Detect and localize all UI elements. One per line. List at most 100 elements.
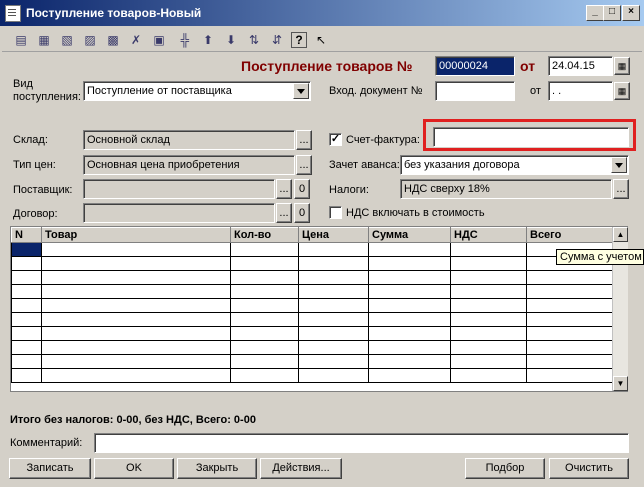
sort-asc-icon[interactable]: ⇅ <box>245 31 263 49</box>
table-cell[interactable] <box>11 256 42 271</box>
table-cell[interactable] <box>41 256 231 271</box>
whats-this-icon[interactable]: ↖ <box>312 31 330 49</box>
table-cell[interactable] <box>11 368 42 383</box>
table-row[interactable] <box>11 368 615 383</box>
actions-button[interactable]: Действия... <box>260 458 342 479</box>
table-cell[interactable] <box>526 312 615 327</box>
col-tovar[interactable]: Товар <box>41 227 231 243</box>
goods-table[interactable]: N Товар Кол-во Цена Сумма НДС Всего <box>10 226 628 392</box>
clear-button[interactable]: Очистить <box>549 458 629 479</box>
add-row-icon[interactable]: ▦ <box>35 31 53 49</box>
table-cell[interactable] <box>450 256 527 271</box>
table-row[interactable] <box>11 312 615 327</box>
table-cell[interactable] <box>41 298 231 313</box>
table-row[interactable] <box>11 270 615 285</box>
zachet-select[interactable]: без указания договора <box>400 155 629 175</box>
table-cell[interactable] <box>450 284 527 299</box>
table-cell[interactable] <box>450 312 527 327</box>
end-edit-icon[interactable]: ▣ <box>150 31 168 49</box>
table-cell[interactable] <box>298 354 369 369</box>
table-cell[interactable] <box>368 242 451 257</box>
table-cell[interactable] <box>526 298 615 313</box>
vid-select[interactable]: Поступление от поставщика <box>83 81 311 101</box>
table-cell[interactable] <box>41 354 231 369</box>
copy-row-icon[interactable]: ▧ <box>58 31 76 49</box>
table-row[interactable] <box>11 256 615 271</box>
table-cell[interactable] <box>368 340 451 355</box>
table-row[interactable] <box>11 242 615 257</box>
table-cell[interactable] <box>11 284 42 299</box>
table-cell[interactable] <box>450 298 527 313</box>
write-button[interactable]: Записать <box>9 458 91 479</box>
comment-field[interactable] <box>94 433 629 453</box>
title-bar[interactable]: Поступление товаров-Новый _ □ × <box>0 0 644 26</box>
table-cell[interactable] <box>526 326 615 341</box>
table-cell[interactable] <box>230 256 299 271</box>
table-cell[interactable] <box>298 270 369 285</box>
table-cell[interactable] <box>230 368 299 383</box>
table-cell[interactable] <box>11 270 42 285</box>
table-cell[interactable] <box>230 284 299 299</box>
table-cell[interactable] <box>526 270 615 285</box>
table-cell[interactable] <box>368 326 451 341</box>
select-button[interactable]: Подбор <box>465 458 545 479</box>
schet-checkbox[interactable]: ✓ <box>329 133 342 146</box>
edit-row-icon[interactable]: ▨ <box>81 31 99 49</box>
table-cell[interactable] <box>41 340 231 355</box>
delete-row-icon[interactable]: ▩ <box>104 31 122 49</box>
sort-desc-icon[interactable]: ⇵ <box>268 31 286 49</box>
dogovor-select-button[interactable]: ... <box>276 203 292 223</box>
table-cell[interactable] <box>368 368 451 383</box>
table-cell[interactable] <box>368 312 451 327</box>
minimize-button[interactable]: _ <box>586 5 604 21</box>
move-up-icon[interactable]: ⬆ <box>199 31 217 49</box>
table-cell[interactable] <box>41 284 231 299</box>
table-cell[interactable] <box>526 284 615 299</box>
table-row[interactable] <box>11 298 615 313</box>
col-n[interactable]: N <box>11 227 42 243</box>
vhod-calendar-button[interactable]: ▦ <box>614 82 630 100</box>
table-row[interactable] <box>11 326 615 341</box>
table-cell[interactable] <box>368 256 451 271</box>
col-nds[interactable]: НДС <box>450 227 527 243</box>
table-cell[interactable] <box>11 312 42 327</box>
form-icon[interactable]: ▤ <box>12 31 30 49</box>
table-cell[interactable] <box>298 284 369 299</box>
nalogi-select-button[interactable]: ... <box>613 179 629 199</box>
postavshik-field[interactable] <box>83 179 275 199</box>
table-row[interactable] <box>11 284 615 299</box>
calendar-button[interactable]: ▦ <box>614 57 630 75</box>
table-cell[interactable] <box>450 270 527 285</box>
table-cell[interactable] <box>450 326 527 341</box>
nds-include-checkbox[interactable] <box>329 206 342 219</box>
scroll-up-icon[interactable]: ▲ <box>613 227 628 242</box>
table-cell[interactable] <box>526 354 615 369</box>
table-cell[interactable] <box>450 368 527 383</box>
table-cell[interactable] <box>450 242 527 257</box>
table-cell[interactable] <box>11 326 42 341</box>
table-cell[interactable] <box>526 368 615 383</box>
table-cell[interactable] <box>11 340 42 355</box>
mark-delete-icon[interactable]: ✗ <box>127 31 145 49</box>
table-cell[interactable] <box>230 354 299 369</box>
table-cell[interactable] <box>11 354 42 369</box>
close-form-button[interactable]: Закрыть <box>177 458 257 479</box>
table-cell[interactable] <box>298 340 369 355</box>
ok-button[interactable]: OK <box>94 458 174 479</box>
col-cena[interactable]: Цена <box>298 227 369 243</box>
postavshik-clear-button[interactable]: 0 <box>294 179 310 199</box>
table-cell[interactable] <box>368 270 451 285</box>
table-cell[interactable] <box>230 326 299 341</box>
table-cell[interactable] <box>450 340 527 355</box>
table-row[interactable] <box>11 354 615 369</box>
sklad-field[interactable]: Основной склад <box>83 130 295 150</box>
document-date-field[interactable]: 24.04.15 <box>548 56 613 76</box>
table-cell[interactable] <box>41 312 231 327</box>
tip-cen-field[interactable]: Основная цена приобретения <box>83 155 295 175</box>
table-cell[interactable] <box>298 368 369 383</box>
col-vsego[interactable]: Всего <box>526 227 615 243</box>
tip-cen-select-button[interactable]: ... <box>296 155 312 175</box>
vhod-date-field[interactable]: . . <box>548 81 613 101</box>
tree-icon[interactable]: ╬ <box>176 31 194 49</box>
close-button[interactable]: × <box>622 5 640 21</box>
